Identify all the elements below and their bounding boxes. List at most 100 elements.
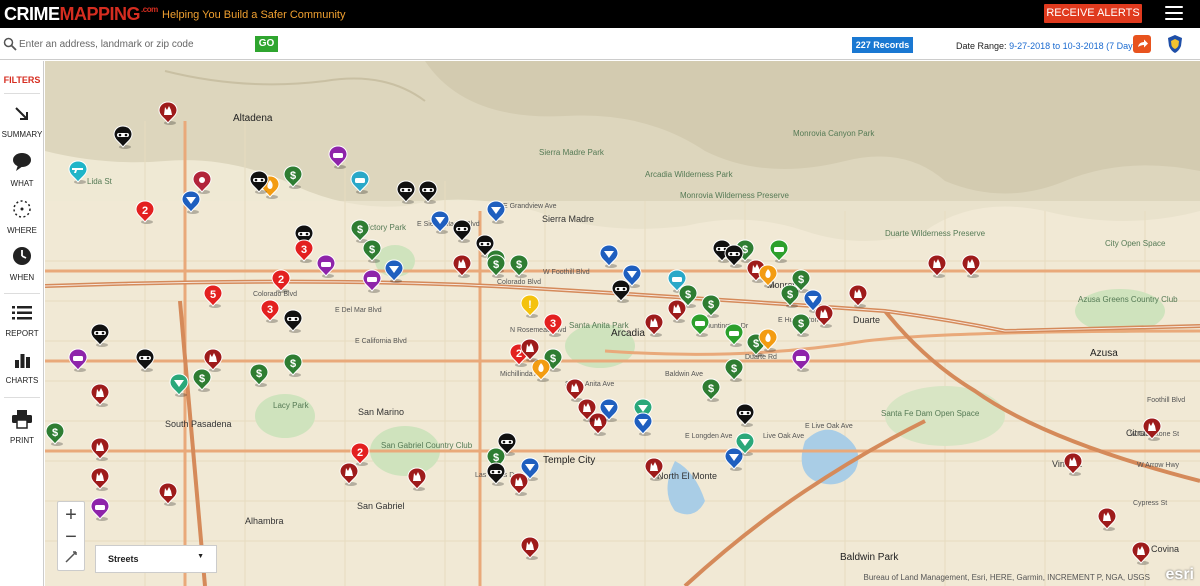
burglary-marker-icon[interactable]	[735, 432, 755, 456]
filters-label[interactable]: FILTERS	[0, 75, 44, 85]
hamburger-menu-icon[interactable]	[1165, 6, 1183, 21]
burglary-marker-icon[interactable]	[486, 200, 506, 224]
vandalism-marker-icon[interactable]	[452, 254, 472, 278]
theft-marker-icon[interactable]: $	[362, 239, 382, 263]
robbery-marker-icon[interactable]	[90, 323, 110, 347]
incident-cluster-marker[interactable]: 2	[271, 269, 291, 293]
vandalism-marker-icon[interactable]	[90, 467, 110, 491]
zoom-out-button[interactable]: −	[58, 526, 84, 549]
address-search-input[interactable]	[19, 35, 249, 53]
vandalism-marker-icon[interactable]	[520, 536, 540, 560]
vandalism-marker-icon[interactable]	[407, 467, 427, 491]
vehicle-marker-icon[interactable]	[724, 323, 744, 347]
vandalism-marker-icon[interactable]	[1142, 417, 1162, 441]
vandalism-marker-icon[interactable]	[644, 313, 664, 337]
locate-icon[interactable]	[58, 550, 84, 570]
incident-cluster-marker[interactable]: 5	[203, 284, 223, 308]
theft-marker-icon[interactable]: $	[486, 254, 506, 278]
theft-marker-icon[interactable]: $	[724, 358, 744, 382]
theft-marker-icon[interactable]: $	[791, 313, 811, 337]
vandalism-marker-icon[interactable]	[848, 284, 868, 308]
burglary-marker-icon[interactable]	[633, 412, 653, 436]
robbery-marker-icon[interactable]	[396, 180, 416, 204]
vandalism-marker-icon[interactable]	[644, 457, 664, 481]
robbery-marker-icon[interactable]	[283, 309, 303, 333]
burglary-marker-icon[interactable]	[169, 373, 189, 397]
theft-marker-icon[interactable]: $	[283, 353, 303, 377]
warning-marker-icon[interactable]: !	[520, 294, 540, 318]
site-logo[interactable]: CRIMEMAPPING.com	[4, 4, 158, 25]
go-button[interactable]: GO	[255, 36, 278, 52]
incident-cluster-marker[interactable]: 3	[543, 313, 563, 337]
robbery-marker-icon[interactable]	[452, 219, 472, 243]
vandalism-marker-icon[interactable]	[90, 437, 110, 461]
robbery-marker-icon[interactable]	[735, 403, 755, 427]
incident-cluster-marker[interactable]: 3	[294, 239, 314, 263]
sidebar-item-report[interactable]: REPORT	[0, 304, 44, 338]
sidebar-item-charts[interactable]: CHARTS	[0, 351, 44, 385]
theft-marker-icon[interactable]: $	[701, 378, 721, 402]
vandalism-marker-icon[interactable]	[814, 304, 834, 328]
svg-text:$: $	[708, 299, 714, 311]
robbery-marker-icon[interactable]	[135, 348, 155, 372]
vandalism-marker-icon[interactable]	[1063, 452, 1083, 476]
sidebar-item-when[interactable]: WHEN	[0, 246, 44, 282]
records-count-button[interactable]: 227 Records	[852, 37, 913, 53]
vandalism-marker-icon[interactable]	[667, 299, 687, 323]
vehicle-marker-icon[interactable]	[362, 269, 382, 293]
zoom-in-button[interactable]: +	[58, 504, 84, 527]
vandalism-marker-icon[interactable]	[1097, 507, 1117, 531]
robbery-marker-icon[interactable]	[113, 125, 133, 149]
theft-marker-icon[interactable]: $	[192, 368, 212, 392]
vandalism-marker-icon[interactable]	[158, 482, 178, 506]
burglary-marker-icon[interactable]	[384, 259, 404, 283]
theft-marker-icon[interactable]: $	[701, 294, 721, 318]
sidebar-item-where[interactable]: WHERE	[0, 199, 44, 235]
vehicle-marker-icon[interactable]	[328, 145, 348, 169]
vandalism-marker-icon[interactable]	[520, 338, 540, 362]
incident-cluster-marker[interactable]: 2	[135, 200, 155, 224]
sidebar-item-what[interactable]: WHAT	[0, 152, 44, 188]
burglary-marker-icon[interactable]	[430, 210, 450, 234]
theft-marker-icon[interactable]: $	[283, 165, 303, 189]
svg-text:$: $	[369, 244, 375, 256]
theft-marker-icon[interactable]: $	[249, 363, 269, 387]
vandalism-marker-icon[interactable]	[577, 398, 597, 422]
date-range-value[interactable]: 9-27-2018 to 10-3-2018 (7 Days)	[1009, 41, 1140, 51]
receive-alerts-button[interactable]: RECEIVE ALERTS	[1044, 4, 1142, 23]
incident-cluster-marker[interactable]: 3	[260, 299, 280, 323]
vandalism-marker-icon[interactable]	[339, 462, 359, 486]
sidebar-item-summary[interactable]: SUMMARY	[0, 105, 44, 139]
vehicle-marker-icon[interactable]	[769, 239, 789, 263]
robbery-marker-icon[interactable]	[249, 170, 269, 194]
robbery-marker-icon[interactable]	[724, 244, 744, 268]
vehicle-marker-icon[interactable]	[68, 348, 88, 372]
arson-marker-icon[interactable]	[758, 264, 778, 288]
burglary-marker-icon[interactable]	[599, 244, 619, 268]
burglary-marker-icon[interactable]	[599, 398, 619, 422]
burglary-marker-icon[interactable]	[622, 264, 642, 288]
crime-map[interactable]: Altadena Sierra Madre Arcadia Monrovia D…	[45, 61, 1200, 586]
theft-marker-icon[interactable]: $	[509, 254, 529, 278]
date-range[interactable]: Date Range: 9-27-2018 to 10-3-2018 (7 Da…	[956, 41, 1140, 51]
robbery-marker-icon[interactable]	[418, 180, 438, 204]
basemap-select[interactable]: Streets ▼	[95, 545, 217, 573]
burglary-marker-icon[interactable]	[181, 190, 201, 214]
vandalism-marker-icon[interactable]	[90, 383, 110, 407]
sidebar-item-print[interactable]: PRINT	[0, 409, 44, 445]
vehicle-marker-icon[interactable]	[791, 348, 811, 372]
share-icon[interactable]	[1133, 35, 1151, 53]
vehicle-marker-icon[interactable]	[316, 254, 336, 278]
robbery-marker-icon[interactable]	[486, 462, 506, 486]
police-badge-icon[interactable]	[1166, 34, 1184, 54]
theft-marker-icon[interactable]: $	[45, 422, 65, 446]
vandalism-marker-icon[interactable]	[1131, 541, 1151, 565]
vehicle-marker-icon[interactable]	[350, 170, 370, 194]
vehicle-marker-icon[interactable]	[90, 497, 110, 521]
vandalism-marker-icon[interactable]	[927, 254, 947, 278]
vandalism-marker-icon[interactable]	[961, 254, 981, 278]
vandalism-marker-icon[interactable]	[158, 101, 178, 125]
weapons-marker-icon[interactable]	[68, 160, 88, 184]
vandalism-marker-icon[interactable]	[509, 472, 529, 496]
arson-marker-icon[interactable]	[758, 328, 778, 352]
